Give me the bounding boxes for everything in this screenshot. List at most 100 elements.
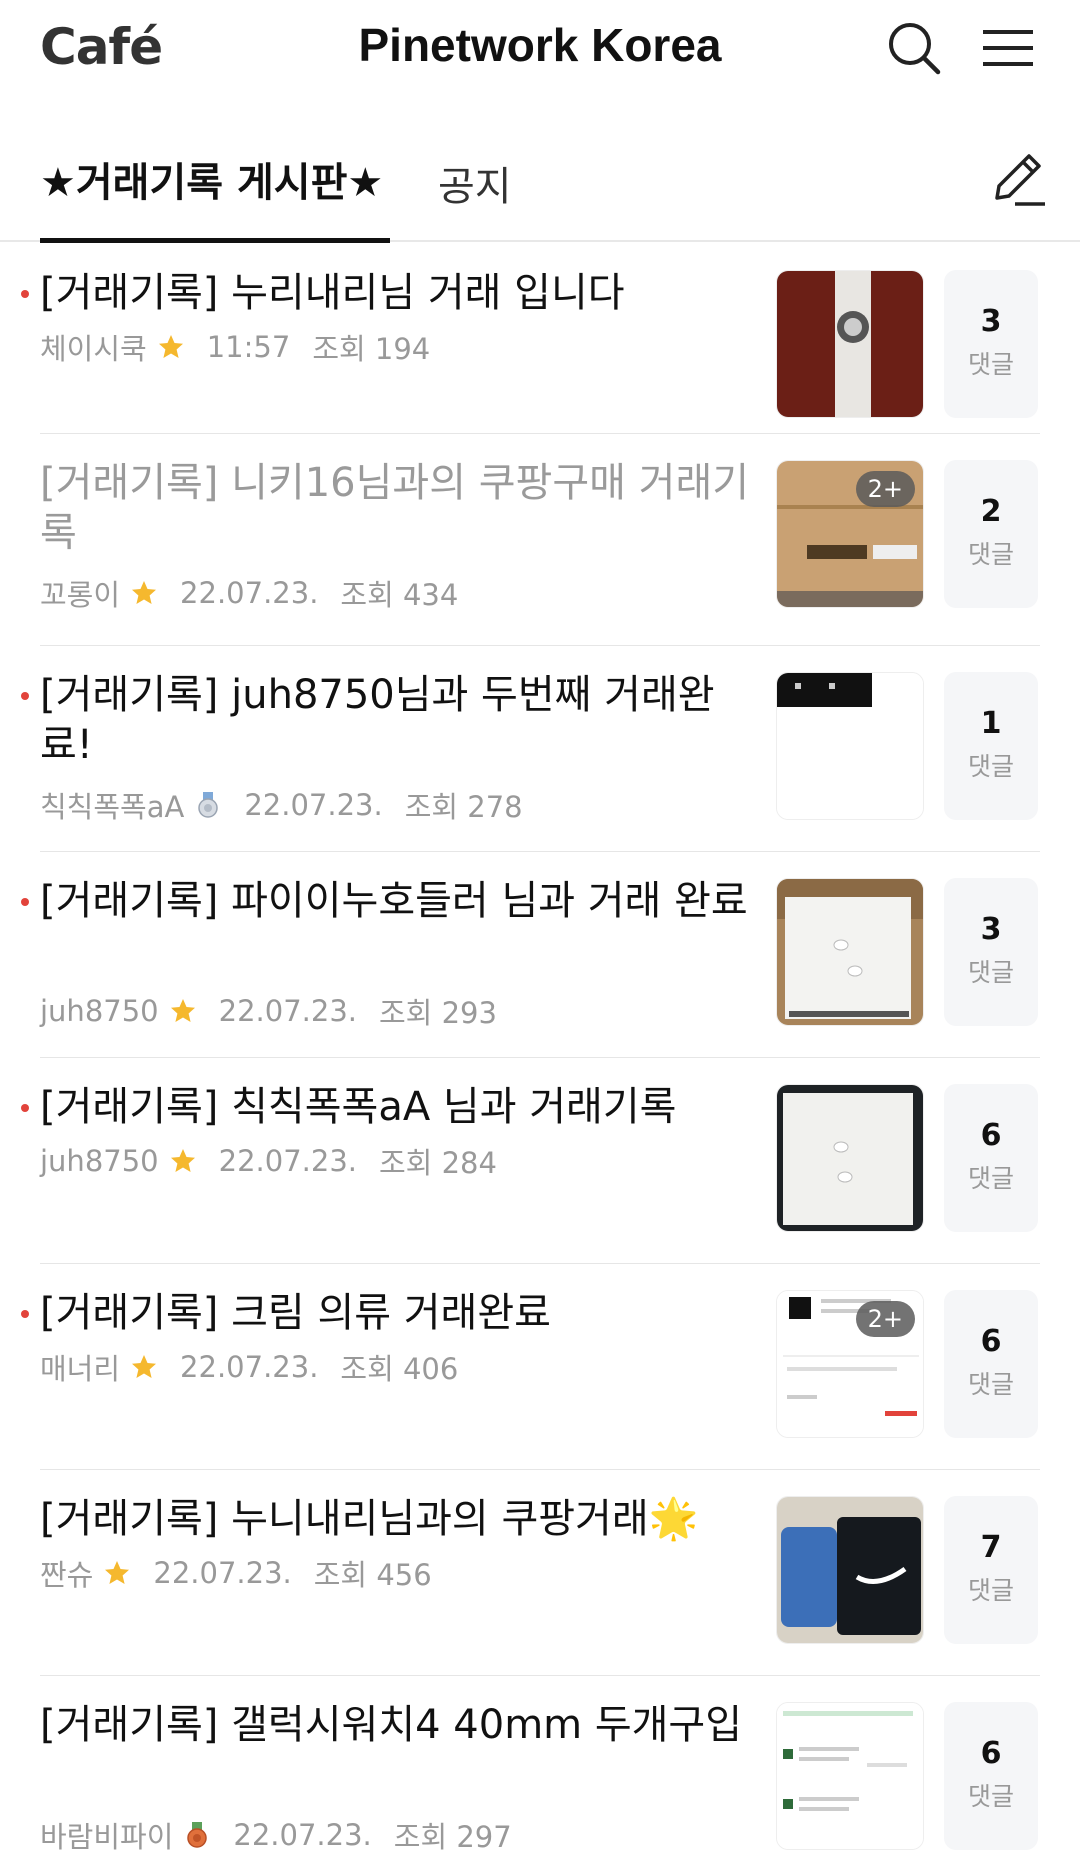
post-thumbnail[interactable]	[776, 1702, 924, 1850]
post-views: 조회 278	[404, 790, 523, 824]
post-title[interactable]: [거래기록] juh8750님과 두번째 거래완료!	[40, 670, 750, 770]
new-post-dot	[21, 1104, 29, 1112]
comment-count: 6	[980, 1118, 1002, 1153]
new-post-dot	[21, 692, 29, 700]
post-meta: 바람비파이 22.07.23. 조회 297	[40, 1814, 512, 1856]
post-date: 22.07.23.	[244, 788, 383, 822]
tab-notice[interactable]: 공지	[438, 154, 512, 212]
post-thumbnail[interactable]	[776, 270, 924, 418]
post-row[interactable]: [거래기록] 칙칙폭폭aA 님과 거래기록 juh8750 22.07.23. 조회 …	[0, 1058, 1080, 1264]
post-date: 22.07.23.	[180, 576, 319, 610]
star-icon	[103, 1559, 131, 1587]
post-title[interactable]: [거래기록] 파이이누호들러 님과 거래 완료	[40, 876, 750, 926]
post-title[interactable]: [거래기록] 크림 의류 거래완료	[40, 1288, 750, 1338]
post-date: 22.07.23.	[218, 1144, 357, 1178]
comment-count: 6	[980, 1324, 1002, 1359]
post-meta: 짠슈 22.07.23. 조회 456	[40, 1552, 432, 1594]
post-views: 조회 293	[378, 996, 497, 1030]
star-icon	[130, 1353, 158, 1381]
post-meta: 매너리 22.07.23. 조회 406	[40, 1346, 458, 1388]
post-views: 조회 284	[378, 1146, 497, 1180]
post-row[interactable]: [거래기록] 누니내리님과의 쿠팡거래🌟 짠슈 22.07.23. 조회 456 7 댓글	[0, 1470, 1080, 1676]
post-views: 조회 297	[393, 1820, 512, 1854]
new-post-dot	[21, 1310, 29, 1318]
post-meta: 체이시쿡 11:57 조회 194	[40, 326, 430, 368]
post-author[interactable]: 체이시쿡	[40, 326, 147, 368]
search-icon[interactable]	[882, 16, 948, 82]
post-title[interactable]: [거래기록] 누리내리님 거래 입니다	[40, 268, 750, 318]
comment-label: 댓글	[967, 1370, 1014, 1399]
comment-label: 댓글	[967, 958, 1014, 987]
menu-icon[interactable]	[975, 16, 1041, 82]
post-title[interactable]: [거래기록] 니키16님과의 쿠팡구매 거래기록	[40, 458, 750, 558]
post-date: 22.07.23.	[180, 1350, 319, 1384]
medal-red-icon	[183, 1821, 211, 1849]
post-views: 조회 406	[340, 1352, 459, 1386]
post-row[interactable]: [거래기록] 파이이누호들러 님과 거래 완료 juh8750 22.07.23. 조…	[0, 852, 1080, 1058]
post-author[interactable]: juh8750	[40, 994, 159, 1028]
post-meta: juh8750 22.07.23. 조회 284	[40, 1140, 497, 1182]
post-thumbnail[interactable]	[776, 878, 924, 1026]
comment-label: 댓글	[967, 540, 1014, 569]
post-meta: 칙칙폭폭aA 22.07.23. 조회 278	[40, 784, 523, 826]
star-icon	[130, 579, 158, 607]
post-thumbnail[interactable]	[776, 1496, 924, 1644]
post-date: 11:57	[206, 330, 291, 364]
post-views: 조회 456	[313, 1558, 432, 1592]
comment-count: 3	[980, 912, 1002, 947]
comment-count: 6	[980, 1736, 1002, 1771]
comment-count-button[interactable]: 6 댓글	[944, 1290, 1038, 1438]
more-images-badge: 2+	[855, 471, 915, 507]
post-views: 조회 194	[312, 332, 431, 366]
post-row[interactable]: [거래기록] 크림 의류 거래완료매너리 22.07.23. 조회 406 2+ 6 댓글	[0, 1264, 1080, 1470]
post-row[interactable]: [거래기록] juh8750님과 두번째 거래완료! 칙칙폭폭aA 22.07.23…	[0, 646, 1080, 852]
star-icon	[169, 997, 197, 1025]
comment-count-button[interactable]: 2 댓글	[944, 460, 1038, 608]
comment-count: 1	[980, 706, 1002, 741]
post-date: 22.07.23.	[153, 1556, 292, 1590]
post-row[interactable]: [거래기록] 니키16님과의 쿠팡구매 거래기록꼬롱이 22.07.23. 조회 4…	[0, 434, 1080, 646]
new-post-dot	[21, 898, 29, 906]
comment-count-button[interactable]: 3 댓글	[944, 878, 1038, 1026]
post-date: 22.07.23.	[218, 994, 357, 1028]
post-thumbnail[interactable]	[776, 672, 924, 820]
comment-count-button[interactable]: 1 댓글	[944, 672, 1038, 820]
comment-label: 댓글	[967, 350, 1014, 379]
comment-label: 댓글	[967, 1164, 1014, 1193]
post-meta: 꼬롱이 22.07.23. 조회 434	[40, 572, 458, 614]
new-post-dot	[21, 290, 29, 298]
write-pencil-icon[interactable]	[985, 146, 1051, 212]
post-row[interactable]: [거래기록] 누리내리님 거래 입니다체이시쿡 11:57 조회 194 3 댓글	[0, 244, 1080, 434]
comment-count-button[interactable]: 6 댓글	[944, 1084, 1038, 1232]
tab-trade-records[interactable]: ★거래기록 게시판★	[40, 150, 383, 208]
comment-label: 댓글	[967, 1576, 1014, 1605]
more-images-badge: 2+	[855, 1301, 915, 1337]
cafe-logo[interactable]: Café	[40, 18, 163, 76]
medal-icon	[194, 791, 222, 819]
comment-label: 댓글	[967, 1782, 1014, 1811]
post-author[interactable]: juh8750	[40, 1144, 159, 1178]
post-author[interactable]: 매너리	[40, 1346, 120, 1388]
post-thumbnail[interactable]: 2+	[776, 1290, 924, 1438]
post-row[interactable]: [거래기록] 갤럭시워치4 40mm 두개구입바람비파이 22.07.23. 조회 …	[0, 1676, 1080, 1869]
post-thumbnail[interactable]	[776, 1084, 924, 1232]
post-title[interactable]: [거래기록] 갤럭시워치4 40mm 두개구입	[40, 1700, 750, 1750]
post-title[interactable]: [거래기록] 칙칙폭폭aA 님과 거래기록	[40, 1082, 750, 1132]
post-list: [거래기록] 누리내리님 거래 입니다 체이시쿡 11:57 조회 194 3 댓글 [거래…	[0, 244, 1080, 1869]
post-author[interactable]: 칙칙폭폭aA	[40, 784, 184, 826]
app-header: Café Pinetwork Korea	[0, 0, 1080, 100]
post-views: 조회 434	[340, 578, 459, 612]
post-date: 22.07.23.	[233, 1818, 372, 1852]
post-author[interactable]: 꼬롱이	[40, 572, 120, 614]
cafe-name[interactable]: Pinetwork Korea	[340, 18, 740, 72]
post-author[interactable]: 짠슈	[40, 1552, 93, 1594]
post-author[interactable]: 바람비파이	[40, 1814, 173, 1856]
comment-count: 3	[980, 304, 1002, 339]
comment-count-button[interactable]: 6 댓글	[944, 1702, 1038, 1850]
comment-count-button[interactable]: 7 댓글	[944, 1496, 1038, 1644]
comment-count-button[interactable]: 3 댓글	[944, 270, 1038, 418]
board-tabs: ★거래기록 게시판★ 공지	[0, 110, 1080, 243]
star-icon	[169, 1147, 197, 1175]
post-title[interactable]: [거래기록] 누니내리님과의 쿠팡거래🌟	[40, 1494, 750, 1544]
post-thumbnail[interactable]: 2+	[776, 460, 924, 608]
